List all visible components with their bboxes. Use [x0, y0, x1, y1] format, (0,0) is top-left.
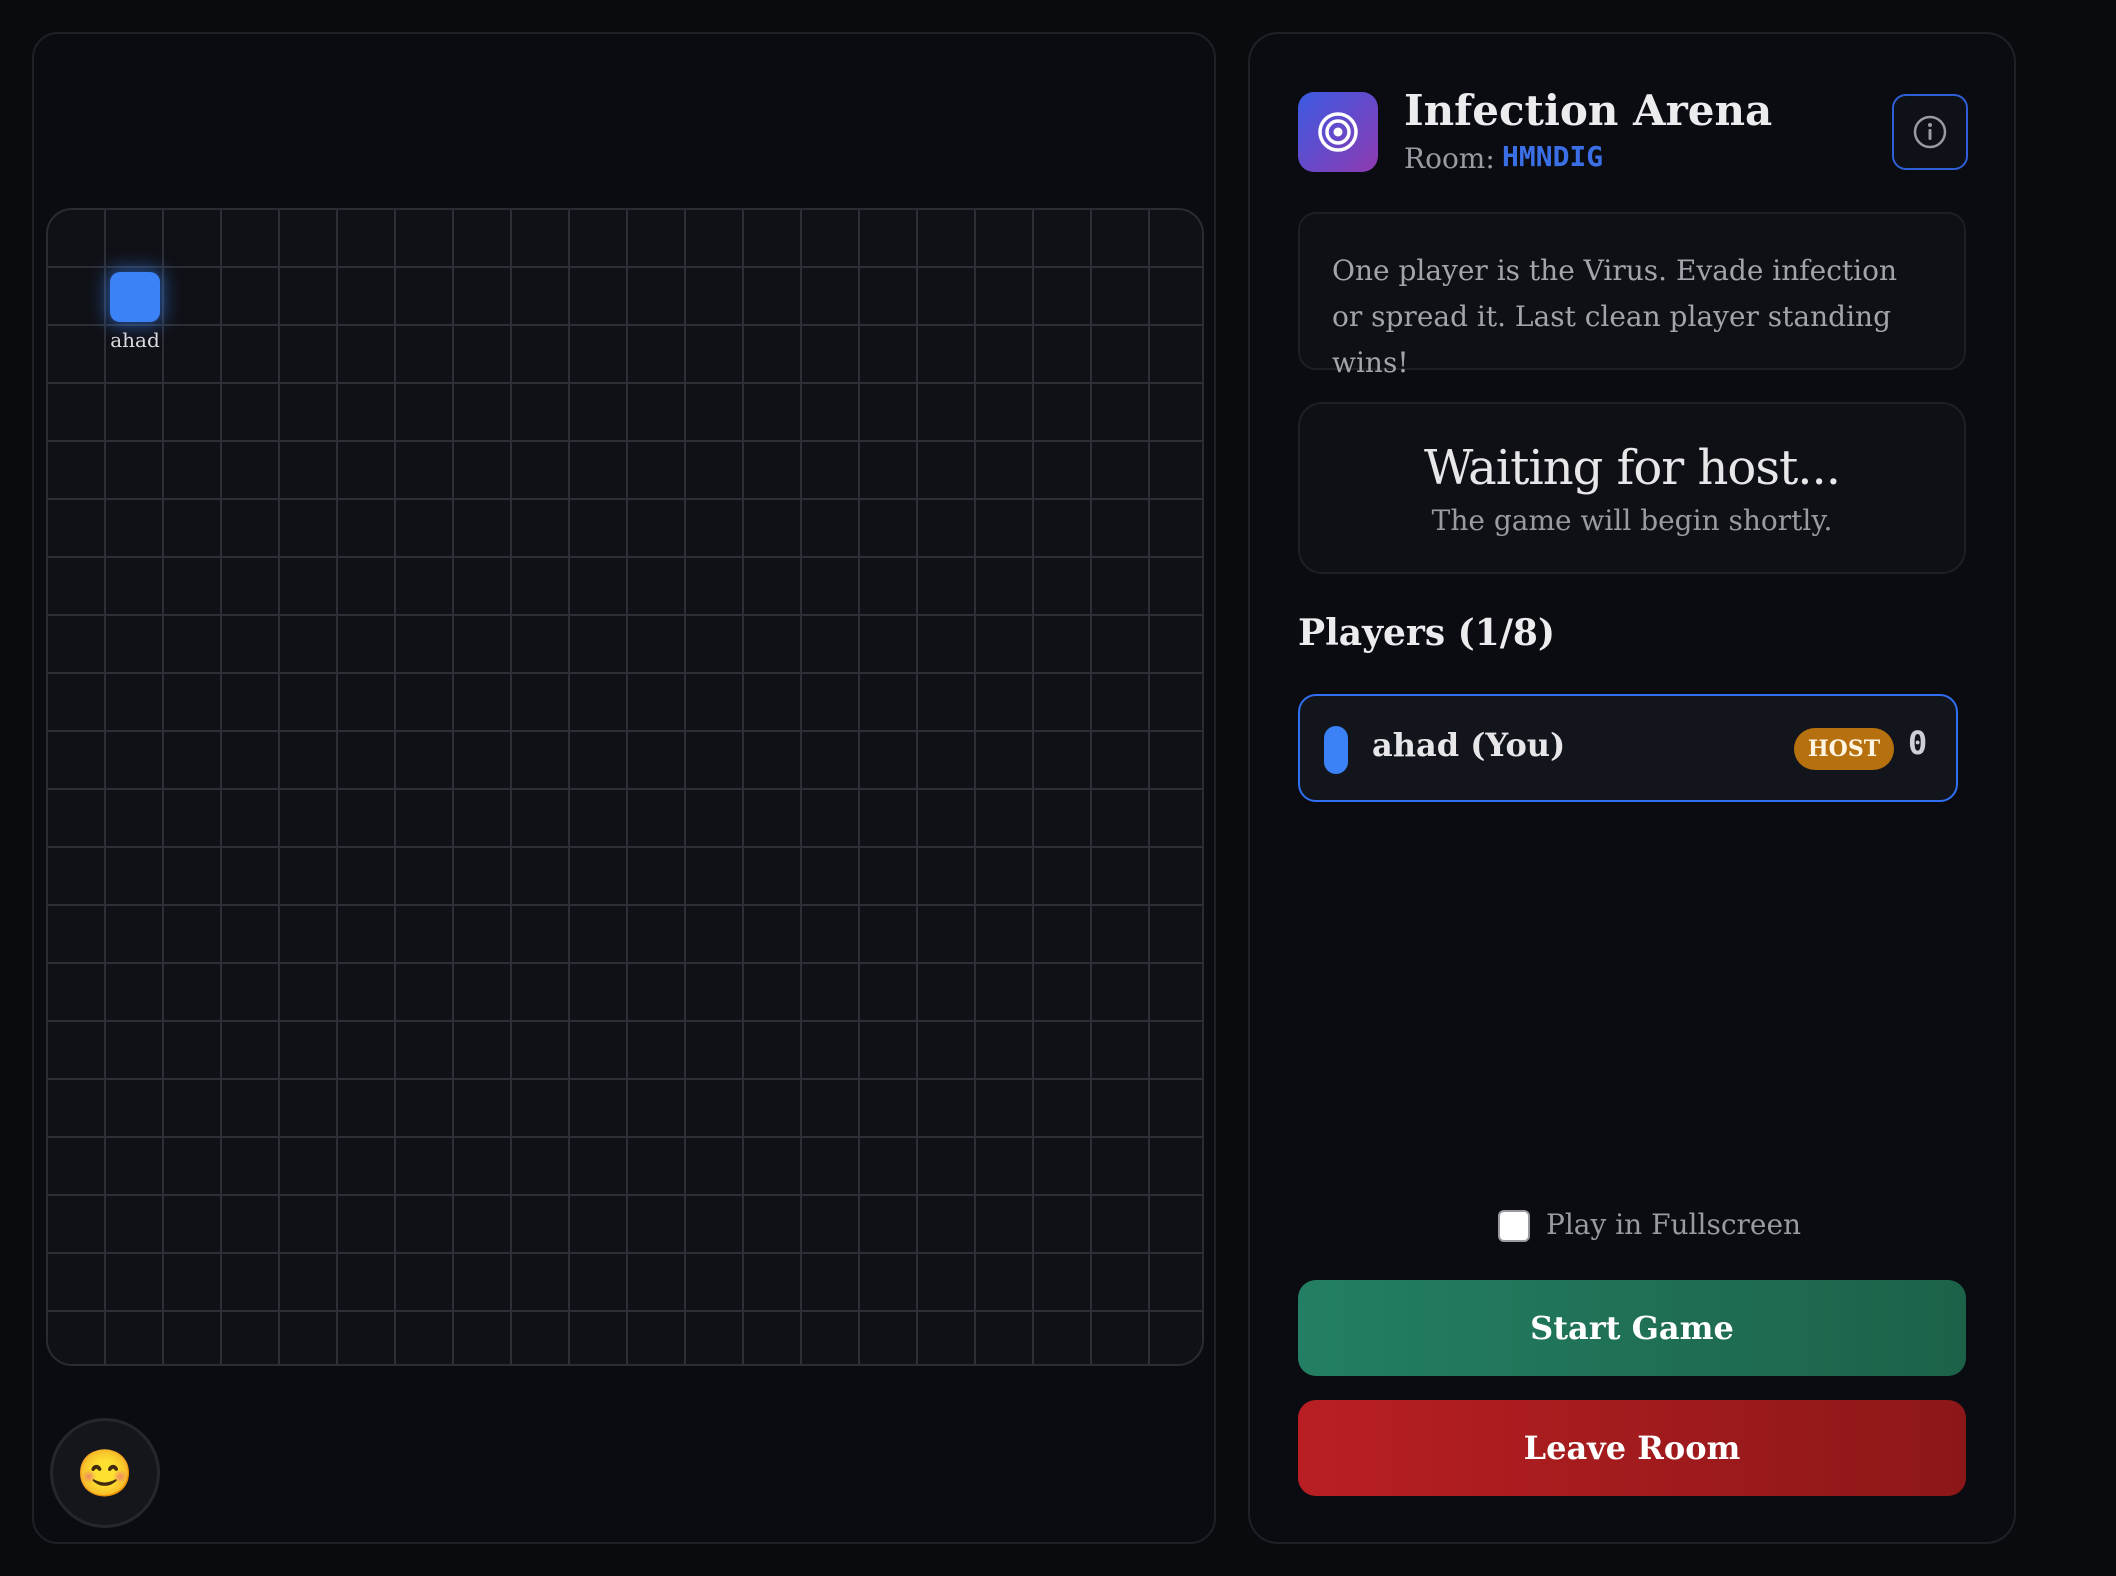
player-list-item[interactable]: ahad (You) HOST 0	[1298, 694, 1958, 802]
game-description: One player is the Virus. Evade infection…	[1298, 212, 1966, 379]
status-title: Waiting for host...	[1423, 440, 1841, 496]
emoji-button[interactable]: 😊	[50, 1418, 160, 1528]
fullscreen-checkbox[interactable]	[1498, 1210, 1530, 1242]
start-game-button[interactable]: Start Game	[1298, 1280, 1966, 1376]
lobby-sidebar: Infection Arena Room: HMNDIG One player …	[1248, 32, 2016, 1544]
target-icon	[1318, 112, 1358, 152]
status-card: Waiting for host... The game will begin …	[1298, 402, 1966, 574]
app-title: Infection Arena	[1404, 86, 1773, 135]
players-heading: Players (1/8)	[1298, 612, 1555, 654]
player-score: 0	[1908, 724, 1928, 762]
host-badge: HOST	[1794, 728, 1894, 770]
game-grid[interactable]: ahad	[46, 208, 1204, 1366]
room-code[interactable]: HMNDIG	[1502, 140, 1603, 173]
player-token	[110, 272, 160, 322]
status-subtitle: The game will begin shortly.	[1431, 504, 1833, 537]
info-button[interactable]	[1892, 94, 1968, 170]
room-label: Room:	[1404, 142, 1495, 175]
leave-room-button[interactable]: Leave Room	[1298, 1400, 1966, 1496]
fullscreen-label[interactable]: Play in Fullscreen	[1546, 1208, 1801, 1241]
player-token-label: ahad	[110, 328, 160, 352]
app-logo	[1298, 92, 1378, 172]
player-name: ahad (You)	[1372, 726, 1566, 764]
player-color-indicator	[1324, 726, 1348, 774]
info-icon	[1913, 115, 1947, 149]
smiley-emoji-icon: 😊	[76, 1445, 134, 1500]
game-arena-panel: ahad 😊	[32, 32, 1216, 1544]
